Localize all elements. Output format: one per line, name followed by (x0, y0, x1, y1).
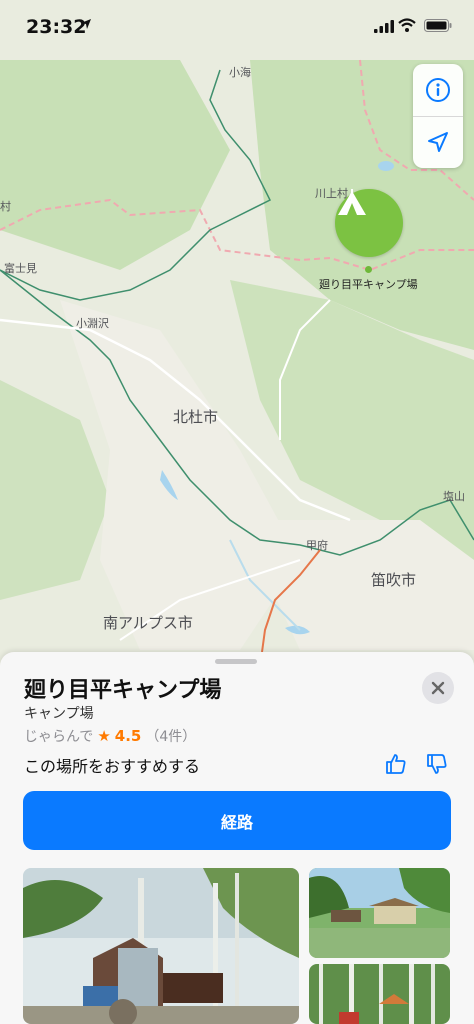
info-button[interactable] (413, 64, 463, 116)
sheet-grabber[interactable] (215, 659, 257, 664)
map-label-mura: 村 (0, 200, 11, 213)
thumbs-down-icon[interactable] (425, 752, 449, 776)
map-label-kobuchizawa: 小淵沢 (76, 317, 109, 330)
campsite-pin[interactable] (335, 189, 403, 257)
battery-icon (424, 19, 452, 32)
rating-source: じゃらんで (24, 729, 94, 745)
map-label-fujimi: 富士見 (4, 262, 37, 275)
status-bar: 23:32 (0, 0, 474, 56)
close-button[interactable] (422, 672, 454, 704)
wifi-icon (398, 18, 416, 32)
info-icon (426, 78, 450, 102)
rating-count: （4件） (145, 729, 197, 745)
map-label-koumi: 小海 (229, 66, 251, 79)
campsite-birch-image (309, 964, 450, 1024)
thumbs-up-icon[interactable] (384, 752, 408, 776)
tent-icon (338, 189, 366, 215)
location-arrow-icon (428, 132, 448, 152)
status-time: 23:32 (26, 16, 87, 38)
pin-label: 廻り目平キャンプ場 (319, 278, 418, 291)
place-title: 廻り目平キャンプ場 (24, 678, 222, 703)
map-label-kofu: 甲府 (306, 539, 328, 552)
cellular-signal-icon (374, 20, 394, 33)
photo-side-top[interactable] (309, 868, 450, 958)
map-label-minami-alps: 南アルプス市 (103, 614, 193, 632)
rating-score: 4.5 (114, 727, 142, 745)
location-services-icon (81, 19, 91, 29)
photo-side-bottom[interactable] (309, 964, 450, 1024)
campsite-photo-image (23, 868, 299, 1024)
campsite-lodge-image (309, 868, 450, 958)
map-view[interactable]: 小海 川上村 村 富士見 小淵沢 北杜市 塩山 甲府 笛吹市 南アルプス市 廻り… (0, 0, 474, 680)
map-label-enzan: 塩山 (443, 490, 465, 503)
recommend-text: この場所をおすすめする (24, 757, 201, 776)
map-label-hokuto: 北杜市 (173, 408, 219, 426)
place-card: 廻り目平キャンプ場 キャンプ場 じゃらんで ★ 4.5 （4件） この場所をおす… (0, 652, 474, 1024)
star-icon: ★ (97, 727, 111, 745)
pin-location-dot (365, 266, 372, 273)
map-label-fuefuki: 笛吹市 (371, 571, 417, 589)
close-icon (431, 681, 445, 695)
current-location-button[interactable] (413, 116, 463, 168)
rating-row[interactable]: じゃらんで ★ 4.5 （4件） (24, 726, 196, 746)
map-controls (413, 64, 463, 168)
photo-main[interactable] (23, 868, 299, 1024)
directions-button[interactable]: 経路 (23, 791, 451, 850)
place-category: キャンプ場 (24, 706, 94, 722)
